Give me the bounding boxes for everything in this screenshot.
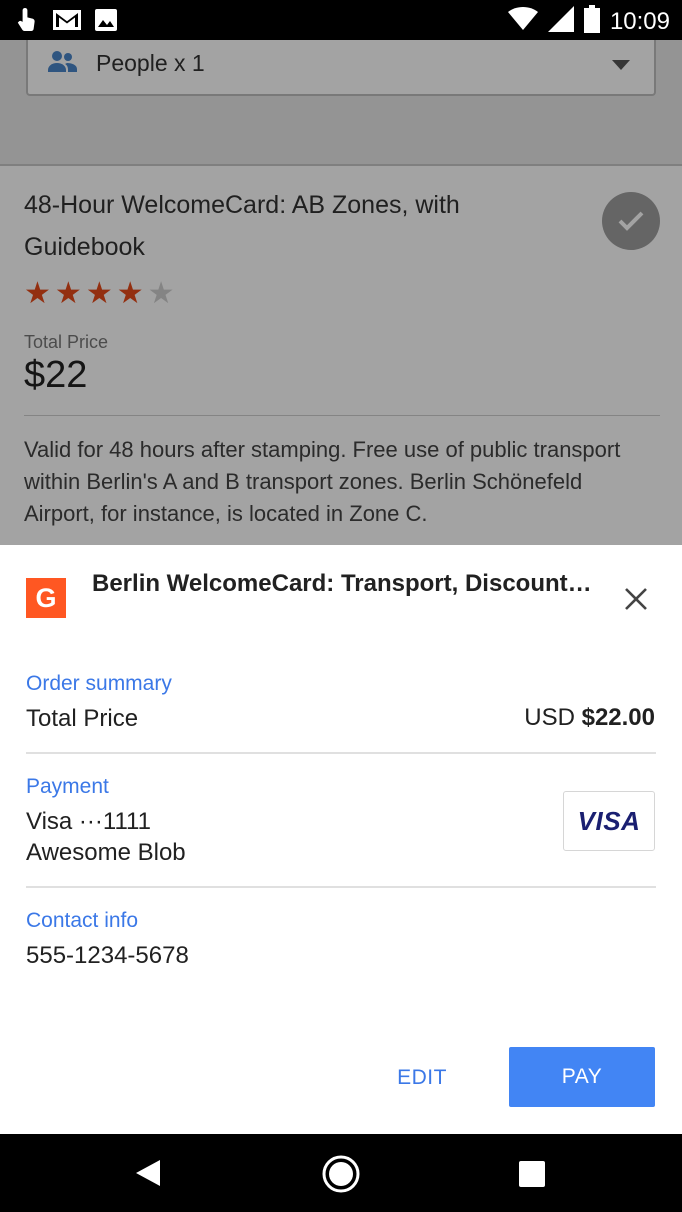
contact-phone[interactable]: 555-1234-5678 (26, 942, 189, 970)
amount-value: $22.00 (581, 704, 655, 731)
currency-code: USD (524, 704, 575, 731)
close-button[interactable] (616, 581, 656, 621)
back-icon[interactable] (134, 1158, 162, 1193)
gmail-icon (52, 8, 82, 37)
divider (26, 752, 656, 754)
signal-icon (547, 6, 574, 37)
recents-icon[interactable] (519, 1161, 545, 1187)
home-icon[interactable] (321, 1154, 361, 1199)
card-holder[interactable]: Awesome Blob (26, 839, 186, 867)
order-total-amount: USD $22.00 (524, 704, 655, 732)
card-number[interactable]: Visa ···1111 (26, 808, 151, 836)
edit-button[interactable]: EDIT (370, 1048, 474, 1108)
status-bar-system: 10:09 (507, 5, 670, 38)
close-icon (623, 586, 649, 617)
order-summary-label[interactable]: Order summary (26, 672, 172, 696)
modal-scrim[interactable] (0, 40, 682, 545)
divider (26, 886, 656, 888)
status-time: 10:09 (609, 7, 670, 35)
payment-sheet: G Berlin WelcomeCard: Transport, Discoun… (0, 545, 682, 1133)
pay-button[interactable]: PAY (509, 1047, 655, 1107)
touch-icon (16, 6, 40, 39)
wifi-icon (507, 7, 538, 36)
merchant-logo: G (26, 578, 66, 618)
sheet-title: Berlin WelcomeCard: Transport, Discounts… (92, 570, 592, 597)
payment-label[interactable]: Payment (26, 775, 109, 799)
status-bar: 10:09 (0, 0, 682, 40)
battery-icon (583, 5, 600, 38)
image-icon (94, 8, 118, 37)
order-total-label: Total Price (26, 705, 139, 732)
visa-card-icon: VISA (563, 791, 655, 851)
card-brand: VISA (577, 805, 641, 836)
contact-info-label[interactable]: Contact info (26, 909, 138, 933)
navigation-bar (0, 1134, 682, 1212)
status-bar-notifications (16, 6, 118, 39)
